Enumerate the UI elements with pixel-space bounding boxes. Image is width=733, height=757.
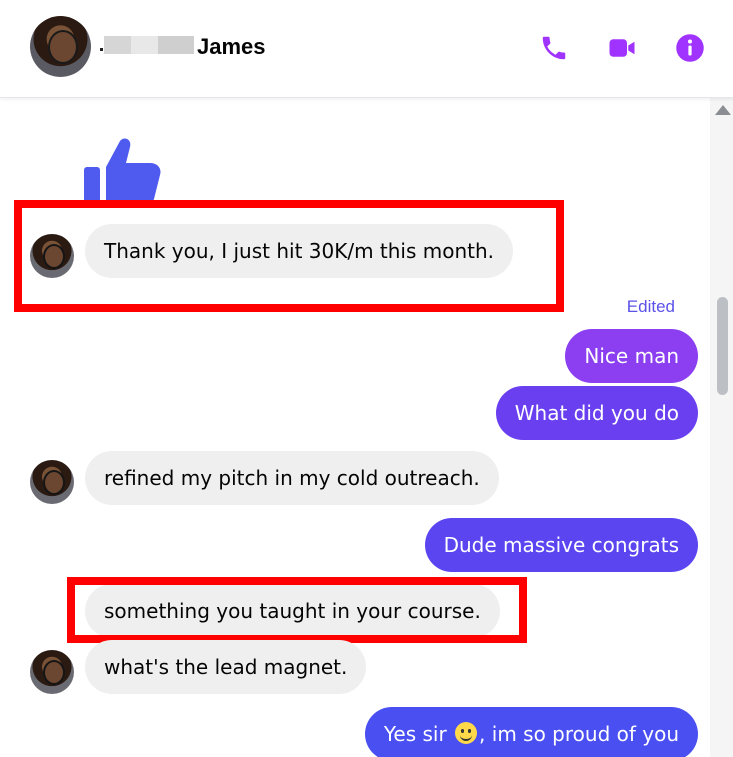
scroll-up-arrow-icon[interactable]: [715, 105, 731, 115]
highlight-box: [14, 200, 564, 312]
message-text: , im so proud of you: [479, 722, 679, 746]
redaction-dot: [100, 48, 103, 51]
contact-name[interactable]: James: [197, 34, 266, 60]
conversation-header: James: [0, 0, 733, 98]
contact-avatar-small[interactable]: [30, 460, 74, 504]
phone-icon[interactable]: [539, 33, 569, 63]
scrollbar[interactable]: [710, 97, 733, 757]
outgoing-message[interactable]: What did you do: [495, 386, 698, 440]
incoming-message[interactable]: what's the lead magnet.: [85, 640, 367, 694]
incoming-message[interactable]: refined my pitch in my cold outreach.: [85, 451, 499, 505]
outgoing-message[interactable]: Nice man: [565, 329, 698, 383]
edited-label: Edited: [626, 297, 675, 316]
message-thread[interactable]: Thank you, I just hit 30K/m this month. …: [0, 97, 710, 757]
thumbs-up-icon: [82, 137, 162, 205]
outgoing-message[interactable]: Yes sir , im so proud of you: [364, 707, 698, 757]
smiling-face-emoji-icon: [455, 722, 478, 744]
video-camera-icon[interactable]: [607, 33, 637, 63]
contact-avatar-small[interactable]: [30, 650, 74, 694]
message-text: Yes sir: [383, 722, 447, 746]
contact-avatar[interactable]: [30, 16, 91, 77]
info-icon[interactable]: [675, 33, 705, 63]
highlight-box: [67, 577, 527, 643]
outgoing-message[interactable]: Dude massive congrats: [424, 518, 698, 572]
scroll-thumb[interactable]: [717, 297, 728, 395]
redacted-name: [104, 36, 194, 54]
